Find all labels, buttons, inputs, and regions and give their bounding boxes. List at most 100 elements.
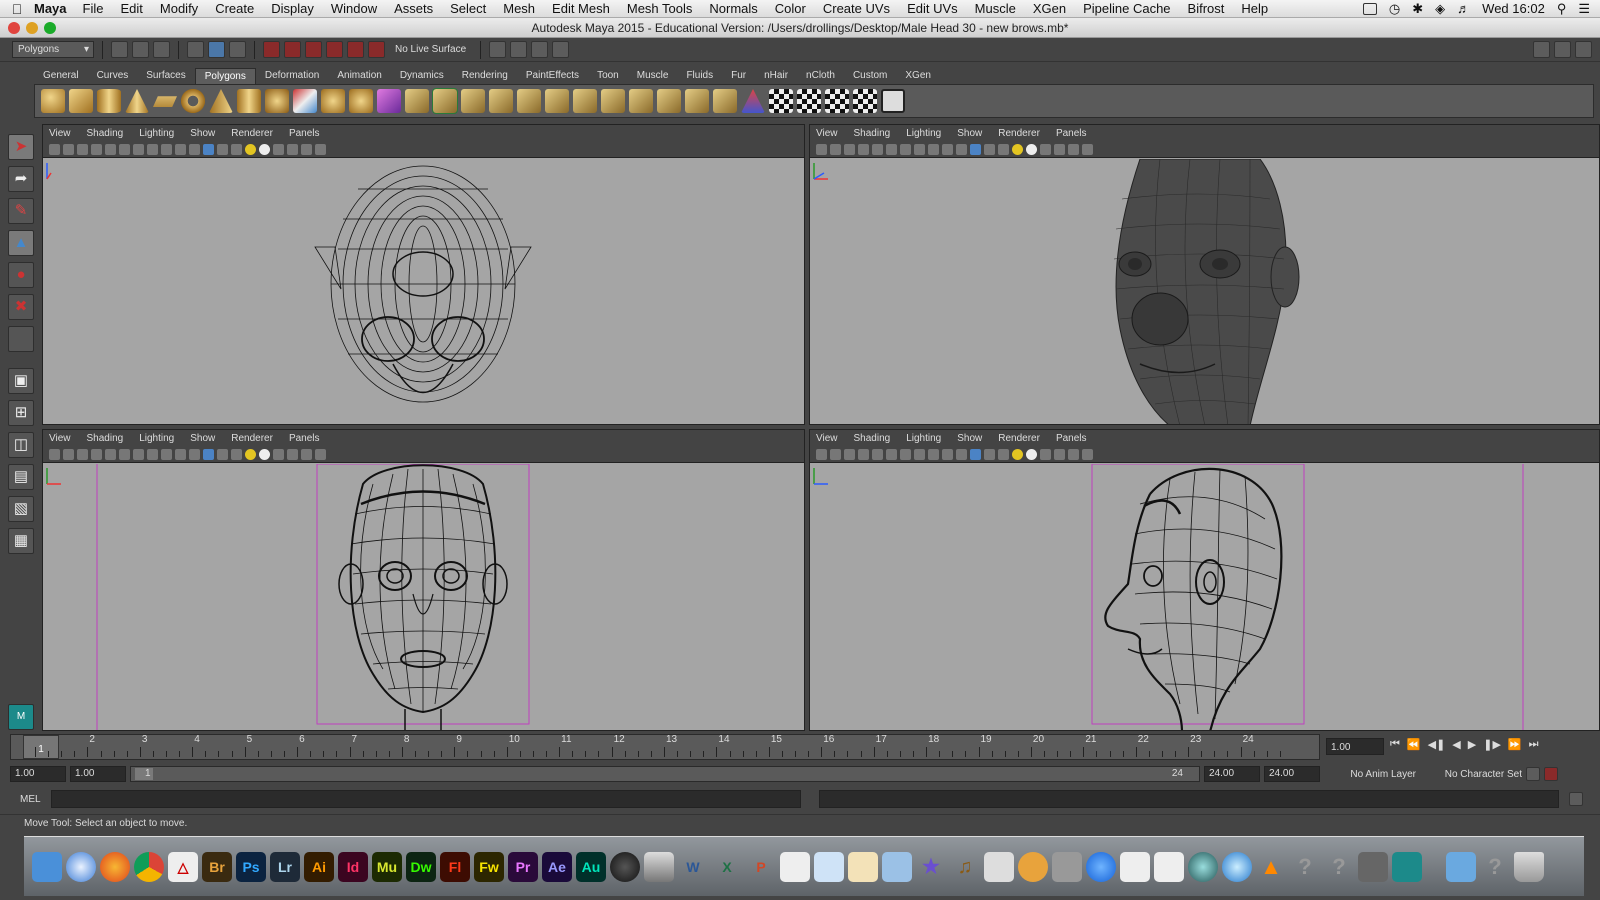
- make-live-icon[interactable]: [347, 41, 364, 58]
- viewport-menu-show[interactable]: Show: [957, 433, 982, 444]
- shelf-tab-fur[interactable]: Fur: [722, 68, 755, 84]
- auto-key-icon[interactable]: [1526, 767, 1540, 781]
- wireframe-icon[interactable]: [956, 449, 967, 460]
- grid-icon[interactable]: [105, 449, 116, 460]
- camera-select-icon[interactable]: [49, 144, 60, 155]
- command-language-label[interactable]: MEL: [20, 794, 41, 805]
- shelf-tab-xgen[interactable]: XGen: [896, 68, 940, 84]
- shelf-tab-polygons[interactable]: Polygons: [194, 68, 256, 84]
- film-gate-icon[interactable]: [119, 449, 130, 460]
- rotate-tool-icon[interactable]: ●: [8, 262, 34, 288]
- menu-edit-mesh[interactable]: Edit Mesh: [552, 1, 610, 16]
- viewport-menu-view[interactable]: View: [49, 128, 71, 139]
- firefox-icon[interactable]: [100, 851, 130, 882]
- poly-sphere-icon[interactable]: [41, 89, 65, 113]
- viewport-menu-show[interactable]: Show: [190, 128, 215, 139]
- cyberduck-icon[interactable]: [1018, 851, 1048, 882]
- use-default-lighting-icon[interactable]: [245, 449, 256, 460]
- dreamweaver-app-icon[interactable]: Dw: [406, 851, 436, 882]
- photoshop-app-icon[interactable]: Ps: [236, 851, 266, 882]
- animation-preferences-icon[interactable]: [1544, 767, 1558, 781]
- poly-pipe-icon[interactable]: [237, 89, 261, 113]
- script-editor-icon[interactable]: [1568, 792, 1583, 806]
- step-forward-frame-icon[interactable]: ❚▶: [1483, 738, 1501, 751]
- bookmarks-icon[interactable]: [844, 449, 855, 460]
- wireframe-icon[interactable]: [956, 144, 967, 155]
- poly-cylinder-icon[interactable]: [97, 89, 121, 113]
- command-input[interactable]: [50, 790, 801, 808]
- display-icon[interactable]: [1362, 2, 1377, 15]
- textured-icon[interactable]: [998, 449, 1009, 460]
- extrude-icon[interactable]: [405, 89, 429, 113]
- lasso-tool-icon[interactable]: ➦: [8, 166, 34, 192]
- motion-blur-icon[interactable]: [1054, 144, 1065, 155]
- smooth-shade-icon[interactable]: [970, 144, 981, 155]
- modeling-toolkit-icon[interactable]: [1533, 41, 1550, 58]
- menu-color[interactable]: Color: [775, 1, 806, 16]
- viewport-menu-show[interactable]: Show: [190, 433, 215, 444]
- snap-to-surface-icon[interactable]: [368, 41, 385, 58]
- ambient-occlusion-icon[interactable]: [1040, 449, 1051, 460]
- shelf-tab-nhair[interactable]: nHair: [755, 68, 797, 84]
- camera-attributes-icon[interactable]: [63, 144, 74, 155]
- offset-edge-loop-icon[interactable]: [545, 89, 569, 113]
- viewport-menu-view[interactable]: View: [816, 128, 838, 139]
- motion-blur-icon[interactable]: [287, 144, 298, 155]
- bookmarks-icon[interactable]: [77, 449, 88, 460]
- indesign-app-icon[interactable]: Id: [338, 851, 368, 882]
- shelf-tab-fluids[interactable]: Fluids: [677, 68, 722, 84]
- bluetooth-icon[interactable]: ✱: [1412, 1, 1423, 17]
- applications-folder-icon[interactable]: [1446, 851, 1476, 882]
- viewport-menu-shading[interactable]: Shading: [854, 433, 891, 444]
- wireframe-icon[interactable]: [189, 449, 200, 460]
- minimize-window-icon[interactable]: [26, 22, 38, 34]
- menu-normals[interactable]: Normals: [709, 1, 757, 16]
- image-capture-icon[interactable]: [1052, 851, 1082, 882]
- viewport-menu-lighting[interactable]: Lighting: [906, 433, 941, 444]
- grid-icon[interactable]: [872, 144, 883, 155]
- quadrangulate-icon[interactable]: [713, 89, 737, 113]
- viewport-menu-panels[interactable]: Panels: [1056, 433, 1087, 444]
- shadows-icon[interactable]: [1026, 449, 1037, 460]
- gate-mask-icon[interactable]: [147, 144, 158, 155]
- bookmarks-icon[interactable]: [77, 144, 88, 155]
- use-default-lighting-icon[interactable]: [1012, 144, 1023, 155]
- safe-action-icon[interactable]: [161, 449, 172, 460]
- system-preferences-icon[interactable]: [1358, 851, 1388, 882]
- step-back-frame-icon[interactable]: ◀❚: [1428, 738, 1446, 751]
- menu-modify[interactable]: Modify: [160, 1, 198, 16]
- isolate-select-icon[interactable]: [301, 449, 312, 460]
- chrome-icon[interactable]: [134, 851, 164, 882]
- photo-booth-icon[interactable]: [1120, 851, 1150, 882]
- imovie-icon[interactable]: ★: [916, 852, 946, 882]
- current-frame-marker[interactable]: 1: [23, 735, 59, 759]
- wireframe-on-shaded-icon[interactable]: [217, 449, 228, 460]
- shelf-tab-dynamics[interactable]: Dynamics: [391, 68, 453, 84]
- select-by-component-icon[interactable]: [229, 41, 246, 58]
- quicktime-icon[interactable]: [1188, 851, 1218, 882]
- go-to-end-icon[interactable]: ⏭: [1529, 738, 1539, 751]
- play-forwards-icon[interactable]: ▶: [1468, 738, 1476, 751]
- playback-end-field[interactable]: 24.00: [1204, 766, 1260, 782]
- viewport-menu-panels[interactable]: Panels: [1056, 128, 1087, 139]
- powerpoint-icon[interactable]: P: [746, 852, 776, 882]
- use-default-lighting-icon[interactable]: [245, 144, 256, 155]
- bridge-app-icon[interactable]: Br: [202, 851, 232, 882]
- new-scene-icon[interactable]: [111, 41, 128, 58]
- menu-help[interactable]: Help: [1241, 1, 1268, 16]
- motion-blur-icon[interactable]: [287, 449, 298, 460]
- paint-select-tool-icon[interactable]: ✎: [8, 198, 34, 224]
- shelf-tab-rendering[interactable]: Rendering: [453, 68, 517, 84]
- audition-app-icon[interactable]: Au: [576, 851, 606, 882]
- viewport-side[interactable]: View Shading Lighting Show Renderer Pane…: [809, 429, 1600, 731]
- lightroom-app-icon[interactable]: Lr: [270, 851, 300, 882]
- four-view-layout-icon[interactable]: ⊞: [8, 400, 34, 426]
- menu-create[interactable]: Create: [215, 1, 254, 16]
- move-tool-icon[interactable]: ▲: [8, 230, 34, 256]
- acrobat-icon[interactable]: △: [168, 851, 198, 882]
- poly-helix-icon[interactable]: [265, 89, 289, 113]
- playback-start-field[interactable]: 1.00: [70, 766, 126, 782]
- resolution-gate-icon[interactable]: [133, 144, 144, 155]
- snap-to-point-icon[interactable]: [305, 41, 322, 58]
- finder-icon[interactable]: [32, 851, 62, 882]
